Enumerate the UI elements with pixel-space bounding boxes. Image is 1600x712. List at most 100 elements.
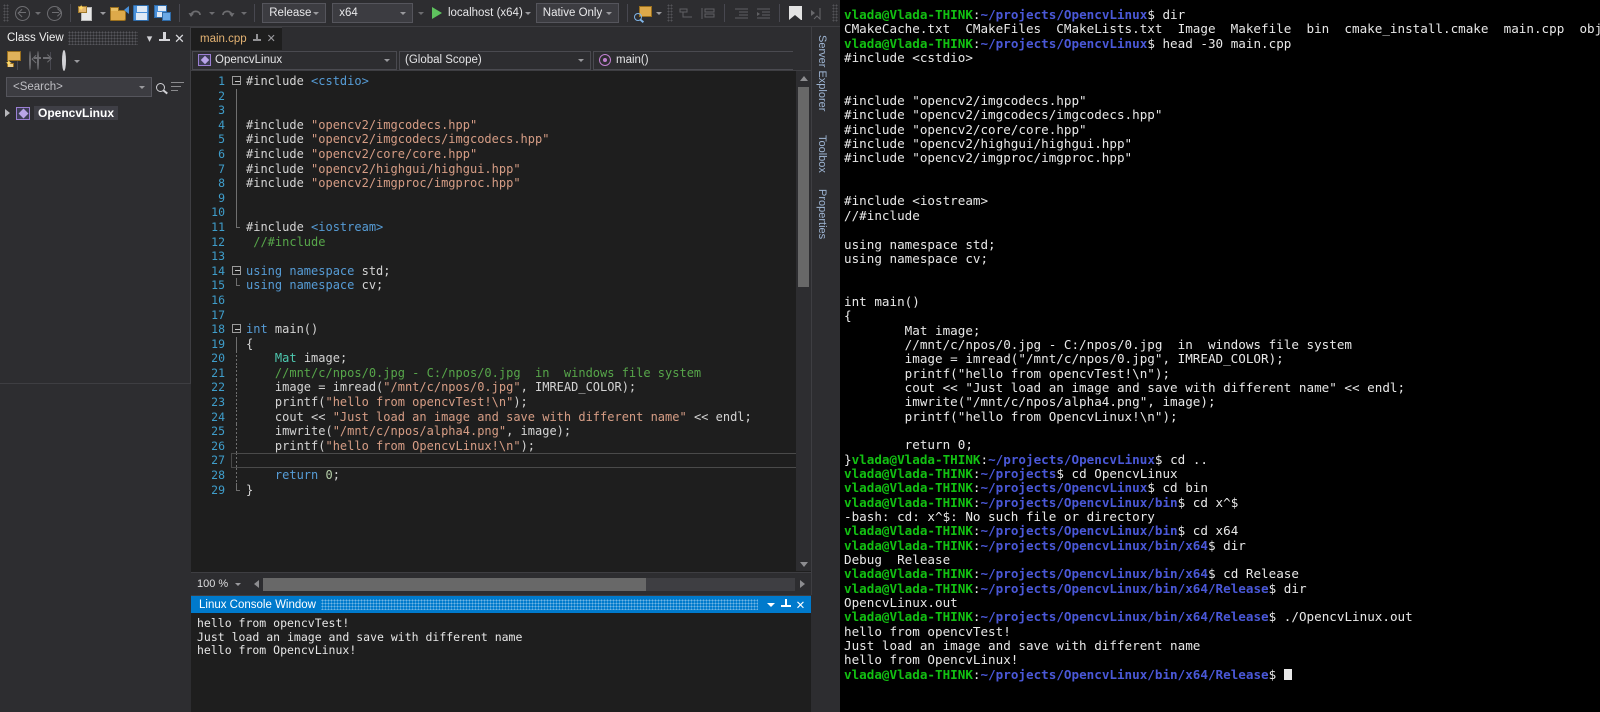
panel-drag-handle[interactable] — [67, 31, 138, 45]
terminal-prompt-line: vlada@Vlada-THINK:~/projects/OpencvLinux… — [844, 35, 1600, 51]
undo-button[interactable] — [185, 2, 207, 24]
panel-dropdown-icon[interactable]: ▾ — [142, 31, 157, 46]
scrollbar-thumb[interactable] — [263, 577, 647, 591]
open-file-button[interactable] — [108, 2, 130, 24]
close-icon[interactable]: ✕ — [793, 597, 808, 612]
console-drag-handle[interactable] — [320, 599, 758, 610]
uncomment-selection-button[interactable] — [697, 2, 719, 24]
terminal-text: Just load an image and save with differe… — [844, 638, 1201, 654]
console-output[interactable]: hello from opencvTest! Just load an image… — [191, 613, 811, 658]
class-view-forward-icon[interactable] — [37, 51, 39, 70]
find-in-files-button[interactable] — [632, 2, 654, 24]
comment-selection-button[interactable] — [675, 2, 697, 24]
terminal-text: : — [972, 666, 981, 682]
close-icon[interactable]: ✕ — [267, 33, 276, 45]
code-text: #include "opencv2/imgcodecs/imgcodecs.hp… — [246, 132, 550, 147]
terminal-output-line: //#include — [844, 208, 1600, 223]
fold-margin[interactable] — [231, 264, 243, 279]
terminal-command: $ head -30 main.cpp — [1147, 35, 1292, 51]
terminal-prompt-line: vlada@Vlada-THINK:~/projects/OpencvLinux… — [844, 538, 1600, 553]
dock-tab-server-explorer[interactable]: Server Explorer — [814, 31, 830, 115]
solution-platform-value: x64 — [339, 7, 358, 19]
terminal-text: using namespace cv; — [844, 250, 989, 266]
increase-indent-button[interactable] — [752, 2, 774, 24]
terminal-text: #include <cstdio> — [844, 50, 973, 66]
tree-item-opencvlinux[interactable]: OpencvLinux — [0, 104, 190, 122]
class-view-tree: OpencvLinux — [0, 98, 190, 122]
tab-main-cpp[interactable]: main.cpp ✕ — [191, 27, 282, 50]
toggle-bookmark-button[interactable] — [785, 2, 807, 24]
zoom-control[interactable]: 100 % — [191, 578, 249, 590]
code-line: 25 imwrite("/mnt/c/npos/alpha4.png", ima… — [191, 424, 811, 439]
scroll-down-icon[interactable] — [796, 557, 811, 571]
pin-icon[interactable] — [778, 597, 793, 612]
bash-terminal[interactable]: vlada@Vlada-THINK:~/projects/OpencvLinux… — [840, 0, 1600, 712]
terminal-text: : — [972, 494, 981, 510]
type-scope-combo[interactable]: (Global Scope) — [399, 50, 591, 70]
code-line: 24 cout << "Just load an image and save … — [191, 409, 811, 425]
editor-vertical-scrollbar[interactable] — [796, 71, 811, 571]
expander-icon[interactable] — [5, 109, 10, 117]
start-debugging-button[interactable] — [426, 2, 448, 24]
line-number: 1 — [218, 74, 225, 88]
class-view-toolbar: ✦ — [0, 49, 190, 73]
navigate-backward-button[interactable] — [11, 2, 33, 24]
redo-button[interactable] — [217, 2, 239, 24]
terminal-path: ~/projects/OpencvLinux — [988, 451, 1155, 467]
toolbar-grip[interactable] — [3, 4, 10, 22]
scroll-right-icon[interactable] — [795, 580, 809, 588]
next-bookmark-button[interactable] — [807, 2, 829, 24]
navigate-forward-button[interactable] — [43, 2, 65, 24]
fold-margin[interactable] — [231, 322, 243, 337]
main-toolbar: ✦ Release x64 localhost (x64) Native Onl… — [0, 0, 840, 27]
terminal-text: printf("hello from OpencvLinux!\n"); — [844, 408, 1178, 424]
search-input[interactable]: <Search> — [6, 77, 152, 97]
code-text-area[interactable]: 1 #include <cstdio> 2 3 4 #include "opencv2/i… — [191, 71, 811, 571]
terminal-text: } — [844, 451, 852, 467]
redo-dropdown-icon[interactable] — [240, 11, 247, 15]
navigate-backward-dropdown-icon[interactable] — [35, 11, 42, 15]
fold-margin — [231, 336, 243, 352]
code-line: 2 — [191, 88, 811, 104]
terminal-path: ~/projects — [980, 466, 1057, 481]
dock-tab-properties[interactable]: Properties — [814, 185, 830, 243]
new-item-button[interactable]: ✦ — [76, 2, 98, 24]
debug-target-label[interactable]: localhost (x64) — [448, 7, 523, 19]
debugger-type-combo[interactable]: Native Only — [535, 3, 619, 23]
member-scope-combo[interactable]: main() — [593, 50, 793, 70]
toolbar-grip-2[interactable] — [667, 4, 674, 22]
gear-dropdown-icon[interactable] — [74, 59, 80, 63]
scroll-left-icon[interactable] — [249, 580, 263, 588]
undo-dropdown-icon[interactable] — [208, 11, 215, 15]
project-scope-combo[interactable]: OpencvLinux — [192, 50, 397, 70]
class-view-back-icon[interactable] — [29, 51, 31, 70]
scrollbar-track[interactable] — [263, 577, 795, 591]
code-text: using namespace std; — [246, 263, 391, 278]
pin-icon[interactable] — [252, 34, 262, 44]
decrease-indent-button[interactable] — [730, 2, 752, 24]
debug-target-dropdown-icon[interactable] — [524, 11, 531, 15]
scroll-up-icon[interactable] — [796, 71, 811, 85]
gear-icon[interactable] — [62, 50, 66, 71]
toolbar-grip-3[interactable] — [831, 4, 839, 22]
search-icon[interactable] — [156, 82, 165, 92]
dock-tab-toolbox[interactable]: Toolbox — [814, 131, 830, 177]
solution-platform-combo[interactable]: x64 — [332, 3, 413, 23]
scrollbar-thumb[interactable] — [798, 87, 809, 287]
save-all-button[interactable] — [152, 2, 174, 24]
pin-icon[interactable] — [157, 31, 172, 46]
save-button[interactable] — [130, 2, 152, 24]
solution-configuration-combo[interactable]: Release — [262, 3, 327, 23]
close-icon[interactable]: ✕ — [172, 31, 187, 46]
new-item-dropdown-icon[interactable] — [99, 11, 106, 15]
fold-margin[interactable] — [231, 74, 243, 89]
editor-horizontal-scrollbar[interactable] — [249, 577, 809, 592]
line-number: 22 — [211, 380, 225, 395]
platform-extra-dropdown-icon[interactable] — [417, 11, 424, 15]
collapse-all-icon[interactable] — [171, 81, 184, 93]
fold-margin — [231, 438, 243, 454]
find-dropdown-icon[interactable] — [656, 11, 663, 15]
console-dropdown-icon[interactable] — [763, 597, 778, 612]
current-line-highlight — [231, 452, 801, 468]
